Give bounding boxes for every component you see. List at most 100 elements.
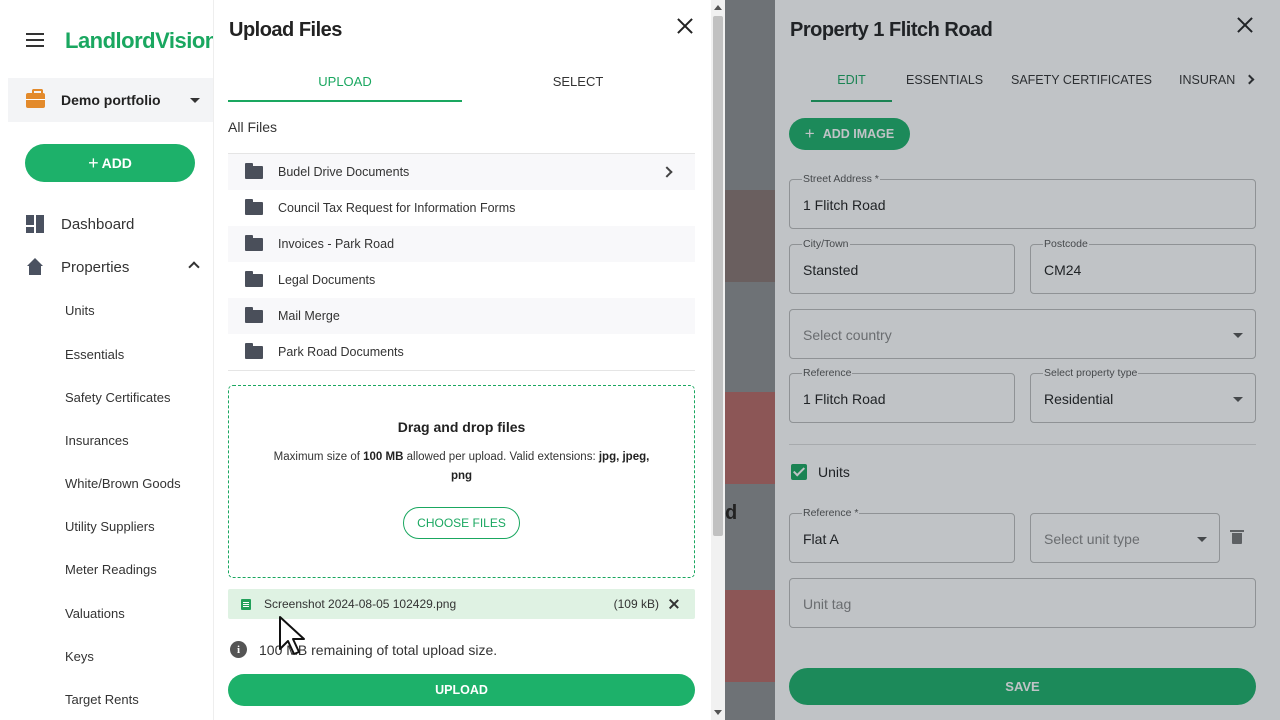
sidebar-subitem-valuations[interactable]: Valuations: [65, 606, 125, 621]
units-checkbox[interactable]: [791, 464, 807, 480]
field-label: Reference: [802, 367, 853, 379]
sidebar-subitem-target-rents[interactable]: Target Rents: [65, 692, 139, 707]
sidebar: LandlordVision Demo portfolio + ADD Dash…: [8, 0, 218, 720]
file-size: (109 kB): [613, 597, 659, 611]
caret-down-icon: [1197, 537, 1207, 542]
tab-safety-certificates[interactable]: SAFETY CERTIFICATES: [1011, 64, 1152, 102]
folder-icon: [245, 234, 263, 251]
chevron-right-icon[interactable]: [1244, 74, 1255, 85]
field-value: Flat A: [803, 531, 839, 547]
tab-edit[interactable]: EDIT: [811, 64, 892, 102]
folder-icon: [245, 198, 263, 215]
sidebar-item-dashboard[interactable]: Dashboard: [26, 212, 206, 236]
postcode-field[interactable]: Postcode CM24: [1030, 238, 1256, 294]
sidebar-subitem-utility-suppliers[interactable]: Utility Suppliers: [65, 519, 155, 534]
drop-zone[interactable]: Drag and drop files Maximum size of 100 …: [228, 385, 695, 578]
folder-name: Mail Merge: [278, 309, 340, 323]
caret-down-icon: [1233, 333, 1243, 338]
sidebar-subitem-essentials[interactable]: Essentials: [65, 347, 124, 362]
field-label: Postcode: [1043, 238, 1089, 250]
folder-icon: [245, 270, 263, 287]
city-field[interactable]: City/Town Stansted: [789, 238, 1015, 294]
portfolio-name: Demo portfolio: [61, 92, 161, 108]
dropzone-desc-middle: allowed per upload. Valid extensions:: [403, 451, 599, 463]
menu-icon[interactable]: [26, 33, 44, 47]
field-placeholder: Select country: [803, 327, 892, 343]
add-image-button[interactable]: + ADD IMAGE: [789, 118, 910, 150]
unit-type-select[interactable]: Select unit type: [1030, 513, 1220, 563]
remove-file-icon[interactable]: [669, 599, 679, 609]
app-logo[interactable]: LandlordVision: [65, 28, 218, 54]
folder-icon: [245, 306, 263, 323]
tab-insurances[interactable]: INSURAN: [1179, 64, 1235, 102]
section-title: All Files: [228, 119, 278, 135]
plus-icon: +: [88, 152, 99, 173]
field-value: 1 Flitch Road: [803, 197, 886, 213]
choose-files-button[interactable]: CHOOSE FILES: [403, 507, 520, 539]
save-button[interactable]: SAVE: [789, 668, 1256, 705]
dashboard-icon: [26, 215, 44, 233]
field-value: Residential: [1044, 391, 1114, 407]
portfolio-selector[interactable]: Demo portfolio: [8, 78, 213, 122]
caret-down-icon: [1233, 397, 1243, 402]
panel-title: Property 1 Flitch Road: [790, 19, 993, 41]
folder-item[interactable]: Invoices - Park Road: [228, 226, 695, 262]
folder-name: Council Tax Request for Information Form…: [278, 201, 516, 215]
scroll-up-icon[interactable]: [714, 5, 722, 10]
plus-icon: +: [804, 124, 815, 143]
folder-icon: [245, 162, 263, 179]
add-button[interactable]: + ADD: [25, 144, 195, 182]
folder-name: Legal Documents: [278, 273, 376, 287]
units-label: Units: [818, 464, 850, 480]
add-button-label: ADD: [101, 155, 132, 171]
tab-essentials[interactable]: ESSENTIALS: [906, 64, 983, 102]
scrollbar-thumb[interactable]: [713, 16, 723, 536]
unit-tag-field[interactable]: Unit tag: [789, 578, 1256, 628]
briefcase-icon: [26, 88, 45, 108]
caret-down-icon: [190, 98, 200, 103]
sidebar-item-label: Properties: [61, 258, 130, 276]
sidebar-subitem-safety-certificates[interactable]: Safety Certificates: [65, 390, 171, 405]
dialog-scrollbar[interactable]: [711, 0, 726, 720]
close-icon[interactable]: [1237, 17, 1253, 33]
sidebar-subitem-keys[interactable]: Keys: [65, 649, 94, 664]
dialog-title: Upload Files: [229, 19, 342, 41]
scroll-down-icon[interactable]: [714, 710, 722, 715]
property-type-select[interactable]: Select property type Residential: [1030, 367, 1256, 423]
folder-name: Invoices - Park Road: [278, 237, 395, 251]
property-thumbnail: [725, 590, 775, 682]
field-label: Select property type: [1043, 367, 1139, 379]
folder-item[interactable]: Budel Drive Documents: [228, 154, 695, 190]
field-placeholder: Unit tag: [803, 596, 852, 612]
trash-icon[interactable]: [1230, 530, 1244, 544]
field-value: Stansted: [803, 262, 859, 278]
dropzone-desc-prefix: Maximum size of: [273, 451, 364, 463]
folder-name: Budel Drive Documents: [278, 165, 410, 179]
field-label: City/Town: [802, 238, 850, 250]
sidebar-subitem-white-brown-goods[interactable]: White/Brown Goods: [65, 476, 181, 491]
folder-item[interactable]: Park Road Documents: [228, 334, 695, 370]
unit-reference-field[interactable]: Reference * Flat A: [789, 507, 1015, 563]
folder-item[interactable]: Legal Documents: [228, 262, 695, 298]
folder-item[interactable]: Council Tax Request for Information Form…: [228, 190, 695, 226]
chevron-right-icon[interactable]: [661, 166, 673, 178]
sidebar-subitem-insurances[interactable]: Insurances: [65, 433, 129, 448]
field-value: CM24: [1044, 262, 1082, 278]
sidebar-subitem-units[interactable]: Units: [65, 303, 95, 318]
reference-field[interactable]: Reference 1 Flitch Road: [789, 367, 1015, 423]
sidebar-item-properties[interactable]: Properties: [26, 255, 206, 279]
tab-upload[interactable]: UPLOAD: [228, 64, 462, 102]
country-select[interactable]: Select country: [789, 309, 1256, 359]
field-placeholder: Select unit type: [1044, 531, 1140, 547]
divider: [789, 444, 1256, 445]
close-icon[interactable]: [677, 18, 693, 34]
folder-list: Budel Drive Documents Council Tax Reques…: [228, 153, 695, 371]
street-address-field[interactable]: Street Address * 1 Flitch Road: [789, 173, 1256, 229]
dropzone-description: Maximum size of 100 MB allowed per uploa…: [269, 448, 654, 486]
folder-item[interactable]: Mail Merge: [228, 298, 695, 334]
tab-select[interactable]: SELECT: [462, 64, 694, 102]
sidebar-subitem-meter-readings[interactable]: Meter Readings: [65, 562, 157, 577]
upload-button[interactable]: UPLOAD: [228, 674, 695, 706]
file-icon: [241, 598, 251, 610]
upload-files-dialog: Upload Files UPLOAD SELECT All Files Bud…: [213, 0, 726, 720]
